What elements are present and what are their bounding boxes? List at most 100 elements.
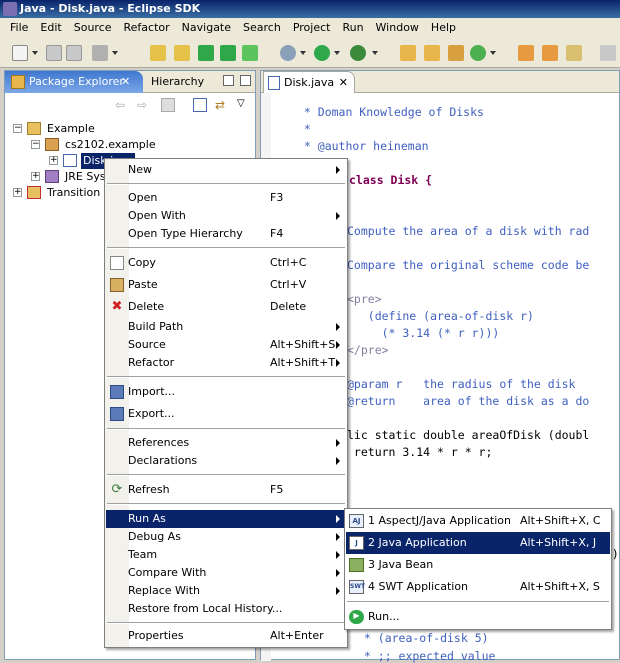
edit-icon[interactable] <box>600 45 616 61</box>
view-menu-chevron-down-icon[interactable]: ▽ <box>237 98 251 112</box>
external-tools-icon[interactable] <box>350 45 366 61</box>
collapse-icon[interactable]: − <box>31 140 40 149</box>
main-toolbar <box>0 38 620 68</box>
external-tools-dropdown-icon[interactable] <box>372 51 378 55</box>
delete-x-icon: ✖ <box>111 299 123 314</box>
tree-item-jre[interactable]: + JRE Sys <box>31 169 111 185</box>
menu-item-run-dialog[interactable]: ▶ Run... <box>346 606 610 628</box>
aspectj-debug-icon[interactable] <box>174 45 190 61</box>
aspectj-run-icon[interactable] <box>150 45 166 61</box>
menu-item-open[interactable]: Open F3 <box>106 189 346 207</box>
run-icon[interactable] <box>314 45 330 61</box>
run-test-icon[interactable] <box>198 45 214 61</box>
run-test-alt-icon[interactable] <box>220 45 236 61</box>
new-class-icon[interactable] <box>448 45 464 61</box>
menu-item-open-with[interactable]: Open With <box>106 207 346 225</box>
tab-package-explorer-label: Package Explorer <box>29 75 124 88</box>
menu-item-refactor[interactable]: Refactor Alt+Shift+T <box>106 354 346 372</box>
menu-help[interactable]: Help <box>425 18 462 38</box>
menu-run[interactable]: Run <box>336 18 369 38</box>
menu-file[interactable]: File <box>4 18 34 38</box>
menu-search[interactable]: Search <box>237 18 287 38</box>
run-config-icon[interactable] <box>242 45 258 61</box>
menu-item-open-type-hierarchy[interactable]: Open Type Hierarchy F4 <box>106 225 346 243</box>
swt-app-icon: SWT <box>349 580 365 594</box>
search-pencil-icon[interactable] <box>566 45 582 61</box>
menu-project[interactable]: Project <box>287 18 337 38</box>
menu-item-refresh[interactable]: ⟳ Refresh F5 <box>106 481 346 499</box>
code-line: @return area of the disk as a do <box>347 394 590 408</box>
build-dropdown-icon[interactable] <box>112 51 118 55</box>
minimize-icon[interactable] <box>223 75 234 86</box>
tab-disk-java[interactable]: Disk.java ✕ <box>263 71 355 93</box>
menu-item-java-application[interactable]: J 2 Java Application Alt+Shift+X, J <box>346 532 610 554</box>
open-resource-icon[interactable] <box>542 45 558 61</box>
print-icon[interactable] <box>66 45 82 61</box>
new-type-dropdown-icon[interactable] <box>490 51 496 55</box>
menu-item-delete[interactable]: ✖ Delete Delete <box>106 298 346 316</box>
collapse-all-icon[interactable] <box>193 98 207 112</box>
new-java-project-icon[interactable] <box>400 45 416 61</box>
menu-navigate[interactable]: Navigate <box>176 18 237 38</box>
new-dropdown-icon[interactable] <box>32 51 38 55</box>
maximize-icon[interactable] <box>240 75 251 86</box>
submenu-arrow-icon <box>336 359 340 367</box>
tab-hierarchy[interactable]: Hierarchy <box>151 71 204 93</box>
open-type-icon[interactable] <box>518 45 534 61</box>
collapse-icon[interactable]: − <box>13 124 22 133</box>
menu-window[interactable]: Window <box>370 18 425 38</box>
new-icon[interactable] <box>12 45 28 61</box>
new-package-icon[interactable] <box>424 45 440 61</box>
expand-icon[interactable]: + <box>31 172 40 181</box>
menu-item-new[interactable]: New <box>106 161 346 179</box>
close-icon[interactable]: ✕ <box>339 72 348 94</box>
menu-item-replace-with[interactable]: Replace With <box>106 582 346 600</box>
tree-item-package[interactable]: − cs2102.example <box>31 137 251 153</box>
menu-item-aspectj-application[interactable]: AJ 1 AspectJ/Java Application Alt+Shift+… <box>346 510 610 532</box>
expand-icon[interactable]: + <box>49 156 58 165</box>
run-dropdown-icon[interactable] <box>334 51 340 55</box>
menu-separator <box>107 376 345 378</box>
save-icon[interactable] <box>46 45 62 61</box>
menu-edit[interactable]: Edit <box>34 18 67 38</box>
debug-gear-icon[interactable] <box>280 45 296 61</box>
menu-item-properties[interactable]: Properties Alt+Enter <box>106 627 346 645</box>
menu-item-references[interactable]: References <box>106 434 346 452</box>
tree-item-example[interactable]: − Example <box>13 121 253 137</box>
code-line: return 3.14 * r * r; <box>347 445 493 459</box>
paste-icon <box>110 278 124 292</box>
link-editor-icon[interactable]: ⇄ <box>215 98 229 112</box>
menu-item-copy[interactable]: Copy Ctrl+C <box>106 254 346 272</box>
debug-dropdown-icon[interactable] <box>300 51 306 55</box>
menu-item-debug-as[interactable]: Debug As <box>106 528 346 546</box>
build-icon[interactable] <box>92 45 108 61</box>
back-arrow-icon[interactable]: ⇦ <box>115 98 129 112</box>
menu-item-swt-application[interactable]: SWT 4 SWT Application Alt+Shift+X, S <box>346 576 610 598</box>
expand-icon[interactable]: + <box>13 188 22 197</box>
new-interface-icon[interactable] <box>470 45 486 61</box>
menu-item-restore-local-history[interactable]: Restore from Local History... <box>106 600 346 618</box>
submenu-arrow-icon <box>336 341 340 349</box>
menu-item-compare-with[interactable]: Compare With <box>106 564 346 582</box>
forward-arrow-icon[interactable]: ⇨ <box>137 98 151 112</box>
menu-item-source[interactable]: Source Alt+Shift+S <box>106 336 346 354</box>
up-icon[interactable] <box>161 98 175 112</box>
window-title: Java - Disk.java - Eclipse SDK <box>20 2 201 15</box>
menu-item-paste[interactable]: Paste Ctrl+V <box>106 276 346 294</box>
menu-source[interactable]: Source <box>68 18 118 38</box>
tab-package-explorer[interactable]: Package Explorer ✕ <box>5 71 143 93</box>
java-file-icon <box>63 154 77 167</box>
menu-item-export[interactable]: Export... <box>106 405 346 423</box>
menu-item-java-bean[interactable]: 3 Java Bean <box>346 554 610 576</box>
menu-item-import[interactable]: Import... <box>106 383 346 401</box>
menu-separator <box>107 474 345 476</box>
menu-item-run-as[interactable]: Run As <box>106 510 346 528</box>
tree-item-transition[interactable]: + Transition <box>13 185 113 201</box>
menu-item-build-path[interactable]: Build Path <box>106 318 346 336</box>
menu-item-team[interactable]: Team <box>106 546 346 564</box>
code-line: class Disk { <box>349 173 433 187</box>
menu-item-declarations[interactable]: Declarations <box>106 452 346 470</box>
close-icon[interactable]: ✕ <box>121 71 130 93</box>
menu-bar: File Edit Source Refactor Navigate Searc… <box>0 18 620 38</box>
menu-refactor[interactable]: Refactor <box>118 18 176 38</box>
